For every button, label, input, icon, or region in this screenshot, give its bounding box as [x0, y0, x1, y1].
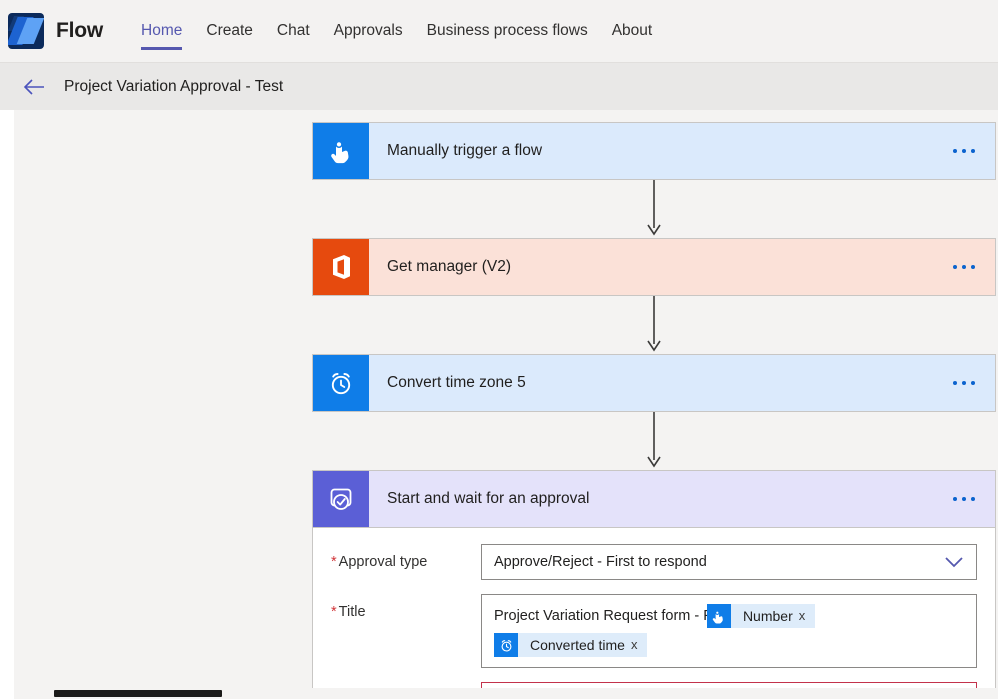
dot	[953, 149, 957, 153]
title-input[interactable]: Project Variation Request form - P Numbe…	[481, 594, 977, 668]
title-input-line-1: Project Variation Request form - P Numbe…	[494, 603, 964, 629]
title-static-text: Project Variation Request form - P	[494, 608, 713, 624]
flow-step-header[interactable]: Start and wait for an approval	[313, 471, 995, 527]
token-label: Number	[742, 608, 793, 624]
required-asterisk: *	[331, 604, 337, 620]
flow-step-card[interactable]: Start and wait for an approval	[312, 470, 996, 528]
approval-type-value: Approve/Reject - First to respond	[494, 554, 707, 570]
back-arrow-icon[interactable]	[14, 71, 54, 103]
flow-step-list: Manually trigger a flow Get manager (V2)…	[312, 122, 996, 699]
remove-token-icon[interactable]: x	[799, 603, 816, 629]
field-label-approval-type: * Approval type	[331, 544, 481, 570]
flow-designer-canvas[interactable]: Manually trigger a flow Get manager (V2)…	[0, 110, 998, 699]
flow-step-title: Convert time zone 5	[387, 374, 526, 391]
dynamic-content-token[interactable]: Converted time x	[494, 632, 648, 658]
dot	[962, 149, 966, 153]
nav-item-create[interactable]: Create	[194, 0, 265, 62]
nav-item-chat[interactable]: Chat	[265, 0, 322, 62]
flow-step-card[interactable]: Convert time zone 5	[312, 354, 996, 412]
flow-step-card[interactable]: Manually trigger a flow	[312, 122, 996, 180]
label-text: Approval type	[338, 554, 428, 570]
horizontal-scrollbar-thumb[interactable]	[54, 690, 222, 697]
dot	[971, 381, 975, 385]
dot	[962, 497, 966, 501]
power-automate-flow-logo-icon[interactable]	[8, 13, 44, 49]
breadcrumb: Project Variation Approval - Test	[0, 62, 998, 110]
dot	[971, 497, 975, 501]
flow-step-more-menu-button[interactable]	[933, 265, 995, 269]
approval-step-form: * Approval type Approve/Reject - First to…	[312, 528, 996, 699]
title-input-line-2: Converted time x	[494, 629, 964, 657]
field-approval-type: * Approval type Approve/Reject - First to…	[331, 544, 977, 580]
flow-step-more-menu-button[interactable]	[933, 497, 995, 501]
remove-token-icon[interactable]: x	[631, 632, 648, 658]
nav-item-approvals[interactable]: Approvals	[322, 0, 415, 62]
dot	[971, 265, 975, 269]
token-label: Converted time	[530, 637, 625, 653]
flow-step-header[interactable]: Get manager (V2)	[313, 239, 995, 295]
approval-type-dropdown[interactable]: Approve/Reject - First to respond	[481, 544, 977, 580]
dynamic-content-token[interactable]: Number x	[706, 603, 816, 629]
field-control: Project Variation Request form - P Numbe…	[481, 594, 977, 668]
app-header: Flow Home Create Chat Approvals Business…	[0, 0, 998, 62]
flow-step-title: Get manager (V2)	[387, 258, 512, 275]
horizontal-scrollbar[interactable]	[14, 688, 998, 699]
nav-item-business-process-flows[interactable]: Business process flows	[415, 0, 600, 62]
tap-hand-icon	[313, 123, 369, 179]
field-label-title: * Title	[331, 594, 481, 620]
approval-check-icon	[313, 471, 369, 527]
flow-connector	[312, 180, 996, 238]
dot	[962, 265, 966, 269]
dot	[962, 381, 966, 385]
alarm-clock-icon	[313, 355, 369, 411]
page-title: Project Variation Approval - Test	[64, 77, 284, 95]
required-asterisk: *	[331, 554, 337, 570]
flow-step-header[interactable]: Convert time zone 5	[313, 355, 995, 411]
field-title: * Title Project Variation Request form - …	[331, 594, 977, 668]
dot	[953, 497, 957, 501]
brand-title: Flow	[56, 19, 104, 42]
dot	[953, 381, 957, 385]
office-365-icon	[313, 239, 369, 295]
flow-step-title: Start and wait for an approval	[387, 490, 590, 507]
flow-step-more-menu-button[interactable]	[933, 381, 995, 385]
dot	[953, 265, 957, 269]
tap-hand-icon	[706, 604, 731, 628]
field-control: Approve/Reject - First to respond	[481, 544, 977, 580]
nav-item-about[interactable]: About	[600, 0, 665, 62]
dot	[971, 149, 975, 153]
flow-step-title: Manually trigger a flow	[387, 142, 543, 159]
chevron-down-icon[interactable]	[944, 556, 964, 568]
flow-step-card[interactable]: Get manager (V2)	[312, 238, 996, 296]
flow-connector	[312, 296, 996, 354]
main-nav: Home Create Chat Approvals Business proc…	[129, 0, 664, 62]
label-text: Title	[338, 604, 366, 620]
nav-item-home[interactable]: Home	[129, 0, 194, 62]
flow-step-more-menu-button[interactable]	[933, 149, 995, 153]
alarm-clock-icon	[494, 633, 518, 657]
flow-step-header[interactable]: Manually trigger a flow	[313, 123, 995, 179]
flow-connector	[312, 412, 996, 470]
